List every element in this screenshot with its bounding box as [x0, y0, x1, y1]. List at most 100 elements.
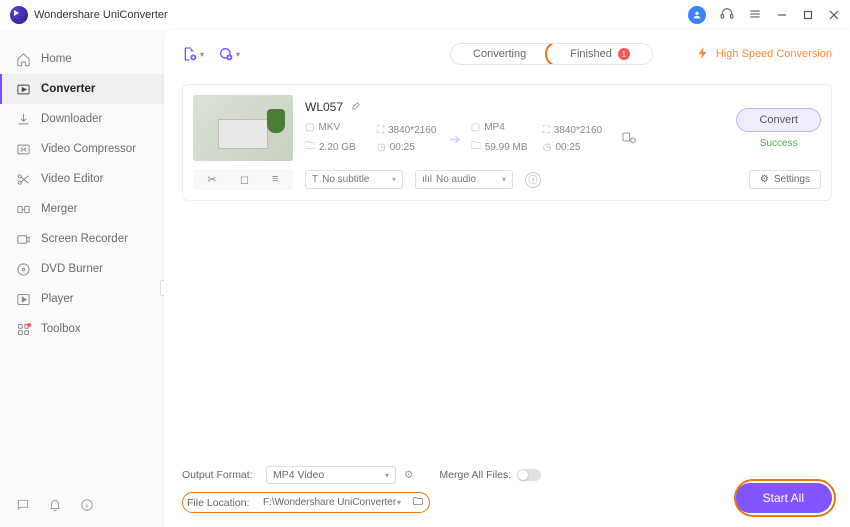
arrow-icon: ➔ [449, 131, 461, 148]
disc-icon [16, 262, 31, 277]
sidebar-item-label: Player [41, 293, 74, 305]
src-size: 2.20 GB [319, 142, 356, 153]
convert-button[interactable]: Convert [736, 108, 821, 132]
sidebar-item-recorder[interactable]: Screen Recorder [0, 224, 164, 254]
sidebar-bottom [0, 486, 164, 527]
tab-finished[interactable]: Finished 1 [548, 44, 652, 64]
sidebar-item-dvd[interactable]: DVD Burner [0, 254, 164, 284]
sidebar-item-converter[interactable]: Converter [0, 74, 164, 104]
merge-icon [16, 202, 31, 217]
add-url-button[interactable]: ▾ [218, 43, 240, 65]
output-settings-button[interactable]: ⚙ [404, 469, 413, 481]
output-format-select[interactable]: MP4 Video ▾ [266, 466, 396, 484]
sidebar-item-label: Converter [41, 83, 95, 95]
finished-count-badge: 1 [618, 48, 630, 60]
window-maximize-button[interactable] [802, 9, 814, 21]
effect-icon[interactable]: ≡ [272, 173, 278, 186]
dst-size: 59.99 MB [485, 142, 528, 153]
app-title: Wondershare UniConverter [34, 9, 168, 21]
headset-icon[interactable] [720, 7, 734, 24]
subtitle-dropdown[interactable]: T No subtitle ▾ [305, 170, 403, 189]
file-settings-button[interactable]: ⚙ Settings [749, 170, 821, 189]
sidebar-item-home[interactable]: Home [0, 44, 164, 74]
edit-name-icon[interactable] [351, 100, 362, 114]
sidebar-item-toolbox[interactable]: Toolbox [0, 314, 164, 344]
caret-down-icon: ▾ [392, 175, 396, 184]
sidebar-item-label: Home [41, 53, 72, 65]
format-icon: ▢ [305, 122, 314, 133]
file-location-label: File Location: [187, 497, 253, 509]
edit-toolbar: ✂ ◻ ≡ [193, 169, 293, 190]
dst-duration: 00:25 [555, 142, 580, 153]
status-tabs: Converting Finished 1 [451, 44, 652, 64]
media-info-icon[interactable]: ⓘ [525, 172, 541, 188]
src-resolution: 3840*2160 [388, 125, 436, 136]
start-all-button[interactable]: Start All [735, 483, 832, 513]
clock-icon: ◷ [543, 142, 552, 153]
add-file-button[interactable]: ▾ [182, 43, 204, 65]
sidebar-item-compressor[interactable]: Video Compressor [0, 134, 164, 164]
output-settings-icon[interactable] [621, 129, 637, 150]
sidebar-item-editor[interactable]: Video Editor [0, 164, 164, 194]
caret-down-icon: ▾ [502, 175, 506, 184]
recorder-icon [16, 232, 31, 247]
dst-resolution: 3840*2160 [554, 125, 602, 136]
toolbox-icon [16, 322, 31, 337]
clock-icon: ◷ [377, 142, 386, 153]
download-icon [16, 112, 31, 127]
user-avatar-icon[interactable] [688, 6, 706, 24]
status-text: Success [760, 138, 798, 149]
compress-icon [16, 142, 31, 157]
caret-down-icon: ▾ [385, 471, 389, 480]
merge-label: Merge All Files: [439, 469, 511, 481]
scissors-icon [16, 172, 31, 187]
sidebar-item-label: DVD Burner [41, 263, 103, 275]
highlight-ring: File Location: F:\Wondershare UniConvert… [182, 492, 430, 513]
src-format: MKV [318, 122, 340, 133]
bell-icon[interactable] [48, 498, 62, 515]
trim-icon[interactable]: ✂ [208, 173, 217, 186]
high-speed-button[interactable]: High Speed Conversion [696, 46, 832, 63]
file-location-select[interactable]: F:\Wondershare UniConverter ▾ [259, 496, 405, 509]
video-thumbnail[interactable] [193, 95, 293, 161]
tab-converting[interactable]: Converting [451, 44, 548, 64]
open-folder-icon[interactable] [411, 495, 425, 510]
caret-down-icon: ▾ [200, 50, 204, 59]
menu-icon[interactable] [748, 7, 762, 24]
window-minimize-button[interactable] [776, 9, 788, 21]
content-area: ▾ ▾ Converting Finished 1 High Speed Con… [164, 30, 850, 527]
src-duration: 00:25 [390, 142, 415, 153]
app-logo-icon [10, 6, 28, 24]
sidebar-item-label: Video Compressor [41, 143, 136, 155]
bottom-bar: Output Format: MP4 Video ▾ ⚙ Merge All F… [164, 456, 850, 527]
sidebar-item-label: Downloader [41, 113, 102, 125]
resolution-icon: ⛶ [543, 125, 550, 136]
sidebar-item-player[interactable]: Player [0, 284, 164, 314]
topbar: ▾ ▾ Converting Finished 1 High Speed Con… [164, 30, 850, 78]
sidebar-item-downloader[interactable]: Downloader [0, 104, 164, 134]
sidebar-item-label: Toolbox [41, 323, 81, 335]
folder-icon: 🗀 [305, 139, 315, 156]
crop-icon[interactable]: ◻ [240, 173, 249, 186]
subtitle-icon: T [312, 174, 318, 185]
info-icon[interactable] [80, 498, 94, 515]
audio-icon: ılıl [422, 174, 432, 185]
bolt-icon [696, 46, 710, 63]
converter-icon [16, 82, 31, 97]
folder-icon: 🗀 [471, 139, 481, 156]
gear-icon: ⚙ [760, 174, 769, 185]
file-name: WL057 [305, 100, 343, 114]
caret-down-icon: ▾ [236, 50, 240, 59]
titlebar: Wondershare UniConverter [0, 0, 850, 30]
feedback-icon[interactable] [16, 498, 30, 515]
sidebar-item-merger[interactable]: Merger [0, 194, 164, 224]
window-close-button[interactable] [828, 9, 840, 21]
play-icon [16, 292, 31, 307]
sidebar-item-label: Screen Recorder [41, 233, 128, 245]
caret-down-icon: ▾ [397, 498, 401, 507]
sidebar-item-label: Video Editor [41, 173, 103, 185]
resolution-icon: ⛶ [377, 125, 384, 136]
merge-toggle[interactable] [517, 469, 541, 481]
sidebar-item-label: Merger [41, 203, 77, 215]
audio-dropdown[interactable]: ılıl No audio ▾ [415, 170, 513, 189]
